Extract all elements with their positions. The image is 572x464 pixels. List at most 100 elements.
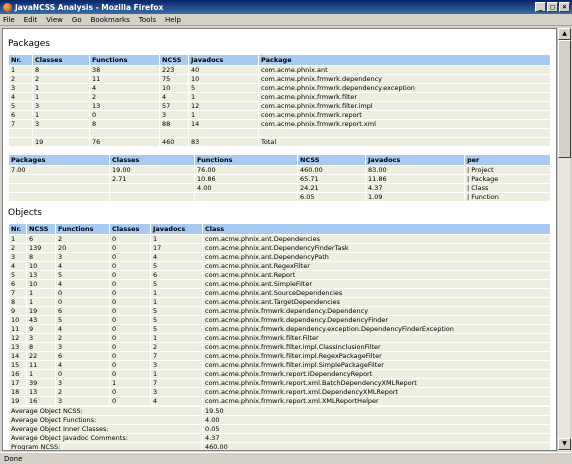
table-cell <box>89 128 160 138</box>
table-cell: 8 <box>89 119 160 129</box>
table-cell: 1 <box>150 233 203 244</box>
scrollbar-thumb[interactable] <box>558 40 571 158</box>
menu-edit[interactable]: Edit <box>24 16 38 24</box>
table-cell: 19 <box>8 395 27 406</box>
firefox-icon <box>3 2 12 12</box>
table-cell: 4 <box>8 92 33 102</box>
table-cell: 16 <box>26 395 56 406</box>
table-cell: 0 <box>109 296 151 307</box>
table-cell: 0 <box>109 359 151 370</box>
averages-row: 7.00 19.00 76.00 460.00 83.00 | Project <box>8 164 551 175</box>
table-cell: 5 <box>150 260 203 271</box>
object-row: 9 19 6 0 5 com.acme.phnix.frmwrk.dependency.D… <box>8 305 551 316</box>
table-cell: 4.00 <box>194 182 298 193</box>
table-cell: 7 <box>8 287 27 298</box>
table-cell: 13 <box>89 101 160 111</box>
table-cell: 15 <box>8 359 27 370</box>
table-cell: 13 <box>8 341 27 352</box>
summary-row: Average Object NCSS: 19.50 <box>8 405 551 416</box>
table-cell: 6.05 <box>297 191 366 202</box>
table-cell <box>8 128 33 138</box>
status-bar: Done <box>0 452 572 464</box>
table-cell: 10 <box>8 314 27 325</box>
object-row: 8 1 0 0 1 com.acme.phnix.ant.TargetDependenci… <box>8 296 551 307</box>
packages-column-header: Nr. <box>8 54 33 66</box>
objects-column-header: Class <box>202 222 551 235</box>
menu-tools[interactable]: Tools <box>139 16 156 24</box>
table-cell: 4 <box>55 323 110 334</box>
table-cell: com.acme.phnix.frmwrk.filter.impl.RegexP… <box>202 350 551 361</box>
package-row: 3 1 4 10 5 com.acme.phnix.frmwrk.dependency.e… <box>8 83 551 93</box>
objects-summary-table: Average Object NCSS: 19.50 Average Object … <box>8 405 551 450</box>
table-cell: 1 <box>32 110 90 120</box>
table-cell: 12 <box>8 332 27 343</box>
table-cell: 1 <box>150 368 203 379</box>
table-cell <box>32 128 90 138</box>
table-cell: 7 <box>8 119 33 129</box>
table-cell: 4 <box>55 278 110 289</box>
table-cell: 3 <box>159 110 189 120</box>
table-cell: com.acme.phnix.frmwrk.report.xml <box>258 119 551 129</box>
table-cell: 4 <box>55 359 110 370</box>
table-cell: Average Object Inner Classes: <box>8 423 203 434</box>
table-cell: 10 <box>26 278 56 289</box>
table-cell: 5 <box>150 305 203 316</box>
scroll-up-icon[interactable]: ▲ <box>558 28 571 40</box>
table-cell: 4.00 <box>202 414 551 425</box>
table-cell: com.acme.phnix.frmwrk.report.xml.XMLRepo… <box>202 395 551 406</box>
table-cell <box>8 182 110 193</box>
table-cell: 13 <box>26 269 56 280</box>
table-cell: com.acme.phnix.frmwrk.filter.Filter <box>202 332 551 343</box>
window-titlebar: JavaNCSS Analysis - Mozilla Firefox _ □ … <box>0 0 572 14</box>
table-cell: 16 <box>8 368 27 379</box>
averages-row: 4.00 24.21 4.37 | Class <box>8 182 551 193</box>
scroll-down-icon[interactable]: ▼ <box>558 438 571 450</box>
object-row: 11 9 4 0 5 com.acme.phnix.frmwrk.dependency.e… <box>8 323 551 334</box>
menu-help[interactable]: Help <box>165 16 181 24</box>
minimize-button[interactable]: _ <box>535 2 546 12</box>
menu-file[interactable]: File <box>3 16 15 24</box>
object-row: 10 43 5 0 5 com.acme.phnix.frmwrk.dependency.… <box>8 314 551 325</box>
packages-column-header: Javadocs <box>188 54 259 66</box>
table-cell: 88 <box>159 119 189 129</box>
table-cell: 1 <box>8 65 33 75</box>
table-cell: 0 <box>109 305 151 316</box>
object-row: 19 16 3 0 4 com.acme.phnix.frmwrk.report.xml.… <box>8 395 551 406</box>
summary-row: Average Object Javadoc Comments: 4.37 <box>8 432 551 443</box>
maximize-button[interactable]: □ <box>547 2 558 12</box>
table-cell: 20 <box>55 242 110 253</box>
table-cell: 1 <box>109 377 151 388</box>
table-cell: 2 <box>55 386 110 397</box>
vertical-scrollbar[interactable]: ▲ ▼ <box>557 28 571 451</box>
table-cell: 0 <box>109 332 151 343</box>
table-cell: 22 <box>26 350 56 361</box>
table-cell: Average Object Javadoc Comments: <box>8 432 203 443</box>
menu-view[interactable]: View <box>46 16 63 24</box>
package-row: 1 8 38 223 40 com.acme.phnix.ant <box>8 65 551 75</box>
table-cell: 1 <box>32 83 90 93</box>
table-cell: 19 <box>26 305 56 316</box>
package-row: 7 3 8 88 14 com.acme.phnix.frmwrk.report.xml <box>8 119 551 129</box>
table-cell: 0 <box>55 287 110 298</box>
close-button[interactable]: × <box>559 2 570 12</box>
table-cell: 19.00 <box>109 164 195 175</box>
table-cell: 1 <box>8 233 27 244</box>
table-cell: 2 <box>32 74 90 84</box>
window-controls: _ □ × <box>535 2 570 12</box>
menu-go[interactable]: Go <box>72 16 82 24</box>
table-cell: com.acme.phnix.frmwrk.filter.impl.ClassI… <box>202 341 551 352</box>
table-cell: 3 <box>150 386 203 397</box>
table-cell: 3 <box>32 101 90 111</box>
table-cell: 8 <box>8 296 27 307</box>
summary-row: Average Object Inner Classes: 0.05 <box>8 423 551 434</box>
menu-bookmarks[interactable]: Bookmarks <box>91 16 130 24</box>
table-cell: 14 <box>188 119 259 129</box>
table-cell: 2 <box>89 92 160 102</box>
table-cell: 1 <box>26 296 56 307</box>
objects-column-header: NCSS <box>26 222 56 235</box>
averages-row: 2.71 10.86 65.71 11.86 | Package <box>8 173 551 184</box>
table-cell <box>109 182 195 193</box>
table-cell: 0 <box>55 296 110 307</box>
table-cell: 14 <box>8 350 27 361</box>
status-text: Done <box>4 454 23 463</box>
